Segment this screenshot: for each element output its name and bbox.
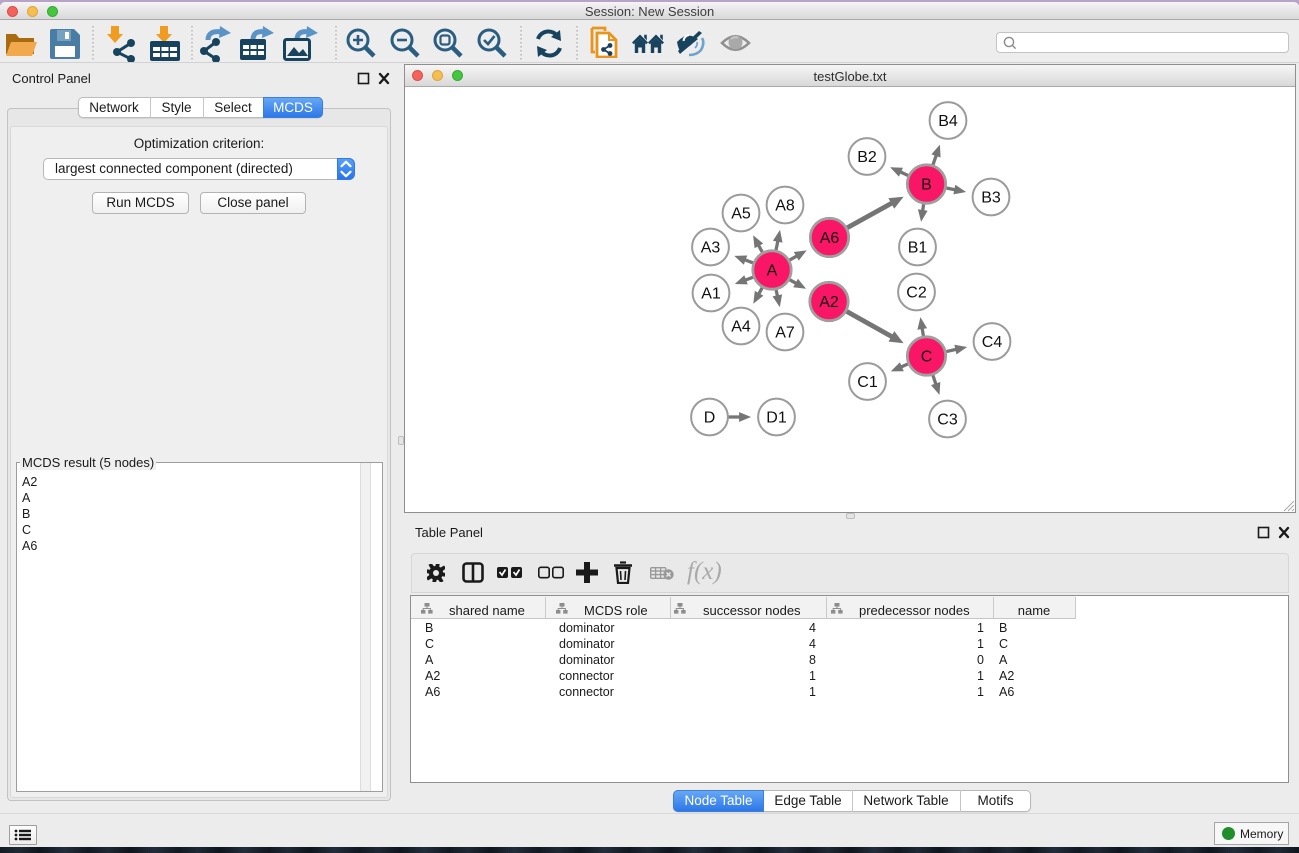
svg-text:B: B — [921, 177, 932, 194]
svg-text:A2: A2 — [819, 294, 839, 311]
svg-text:A4: A4 — [731, 319, 751, 336]
svg-text:C1: C1 — [857, 374, 878, 391]
svg-text:D1: D1 — [766, 410, 787, 427]
svg-text:D: D — [704, 410, 716, 427]
svg-text:C: C — [921, 349, 933, 366]
svg-text:A5: A5 — [731, 206, 751, 223]
svg-text:C3: C3 — [937, 412, 958, 429]
svg-text:C4: C4 — [982, 334, 1003, 351]
svg-text:A6: A6 — [820, 230, 840, 247]
svg-text:A1: A1 — [701, 286, 721, 303]
svg-text:C2: C2 — [906, 285, 927, 302]
svg-text:A8: A8 — [775, 198, 795, 215]
svg-text:A: A — [767, 263, 778, 280]
svg-text:B2: B2 — [857, 149, 877, 166]
svg-text:B3: B3 — [981, 190, 1001, 207]
svg-text:B1: B1 — [908, 240, 928, 257]
svg-text:A3: A3 — [701, 240, 721, 257]
svg-text:B4: B4 — [938, 113, 958, 130]
svg-text:A7: A7 — [775, 325, 795, 342]
